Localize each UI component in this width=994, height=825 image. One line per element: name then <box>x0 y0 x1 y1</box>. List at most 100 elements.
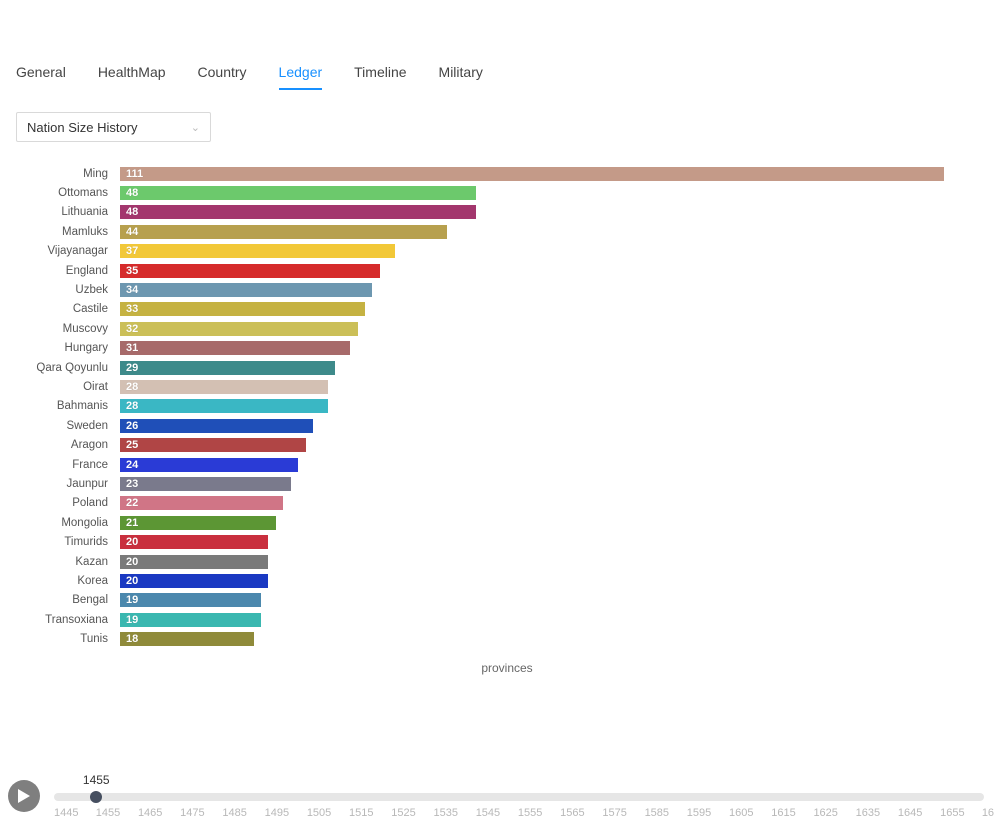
timeline-tick: 1575 <box>602 807 603 819</box>
bar[interactable]: 24 <box>120 458 298 472</box>
bar[interactable]: 48 <box>120 205 476 219</box>
bar-value: 19 <box>120 614 138 626</box>
bar-label: Qara Qoyunlu <box>0 362 114 374</box>
tab-military[interactable]: Military <box>439 64 483 90</box>
play-icon <box>18 789 30 803</box>
bar[interactable]: 37 <box>120 244 395 258</box>
timeline-tick: 1635 <box>856 807 857 819</box>
bar[interactable]: 33 <box>120 302 365 316</box>
bar-label: Korea <box>0 575 114 587</box>
bar-row: Uzbek34 <box>120 280 944 299</box>
bar-value: 28 <box>120 381 138 393</box>
bar[interactable]: 23 <box>120 477 291 491</box>
bar-value: 20 <box>120 536 138 548</box>
bar-row: Hungary31 <box>120 339 944 358</box>
bar[interactable]: 28 <box>120 380 328 394</box>
bar[interactable]: 31 <box>120 341 350 355</box>
bar-label: Ming <box>0 168 114 180</box>
tab-timeline[interactable]: Timeline <box>354 64 406 90</box>
tab-country[interactable]: Country <box>198 64 247 90</box>
bar-label: Kazan <box>0 556 114 568</box>
bar[interactable]: 20 <box>120 535 268 549</box>
timeline-track[interactable] <box>54 793 984 801</box>
timeline-ticks: 1445145514651475148514951505151515251535… <box>54 807 984 819</box>
bar-label: Uzbek <box>0 284 114 296</box>
bar[interactable]: 28 <box>120 399 328 413</box>
timeline-tick: 1485 <box>222 807 223 819</box>
bar-value: 37 <box>120 245 138 257</box>
bar-chart: Ming111Ottomans48Lithuania48Mamluks44Vij… <box>0 164 994 675</box>
bar-value: 32 <box>120 323 138 335</box>
bar-value: 44 <box>120 226 138 238</box>
bar-value: 19 <box>120 594 138 606</box>
bar-value: 29 <box>120 362 138 374</box>
bar-label: Transoxiana <box>0 614 114 626</box>
bar[interactable]: 32 <box>120 322 358 336</box>
bar-row: Ottomans48 <box>120 183 944 202</box>
bar-label: Ottomans <box>0 187 114 199</box>
bar-label: England <box>0 265 114 277</box>
bar-value: 22 <box>120 497 138 509</box>
bar-row: Ming111 <box>120 164 944 183</box>
bar[interactable]: 26 <box>120 419 313 433</box>
bar-value: 28 <box>120 400 138 412</box>
chart-type-select[interactable]: Nation Size History ⌄ <box>16 112 211 142</box>
select-value: Nation Size History <box>27 120 138 135</box>
timeline-tick: 1445 <box>54 807 55 819</box>
bar-row: Bahmanis28 <box>120 397 944 416</box>
timeline-tick: 1645 <box>898 807 899 819</box>
bar-label: Sweden <box>0 420 114 432</box>
bar-value: 31 <box>120 342 138 354</box>
bar-value: 25 <box>120 439 138 451</box>
bar-label: France <box>0 459 114 471</box>
bar-row: Aragon25 <box>120 435 944 454</box>
bar-row: Vijayanagar37 <box>120 242 944 261</box>
timeline-tick: 1615 <box>771 807 772 819</box>
timeline-tick: 1465 <box>138 807 139 819</box>
bar[interactable]: 34 <box>120 283 372 297</box>
bar-value: 111 <box>120 168 143 180</box>
timeline-tick: 1605 <box>729 807 730 819</box>
play-button[interactable] <box>8 780 40 812</box>
bar[interactable]: 29 <box>120 361 335 375</box>
bar-value: 35 <box>120 265 138 277</box>
bar-row: Lithuania48 <box>120 203 944 222</box>
bar-label: Bengal <box>0 594 114 606</box>
bar-value: 21 <box>120 517 138 529</box>
bar-value: 48 <box>120 187 138 199</box>
bar[interactable]: 19 <box>120 593 261 607</box>
timeline-tick: 1655 <box>940 807 941 819</box>
timeline-tick: 1515 <box>349 807 350 819</box>
bar-label: Tunis <box>0 633 114 645</box>
timeline-tick: 1555 <box>518 807 519 819</box>
timeline-tick: 1525 <box>391 807 392 819</box>
tab-healthmap[interactable]: HealthMap <box>98 64 166 90</box>
bar-row: Qara Qoyunlu29 <box>120 358 944 377</box>
tab-general[interactable]: General <box>16 64 66 90</box>
bar-label: Jaunpur <box>0 478 114 490</box>
bar[interactable]: 20 <box>120 555 268 569</box>
timeline-tick: 1505 <box>307 807 308 819</box>
bar-row: Transoxiana19 <box>120 610 944 629</box>
bar-row: England35 <box>120 261 944 280</box>
timeline-tick: 1475 <box>180 807 181 819</box>
bar-label: Vijayanagar <box>0 245 114 257</box>
timeline-tick: 1665 <box>982 807 983 819</box>
bar[interactable]: 48 <box>120 186 476 200</box>
bar[interactable]: 20 <box>120 574 268 588</box>
bar[interactable]: 18 <box>120 632 254 646</box>
timeline-tick: 1545 <box>476 807 477 819</box>
timeline-tick: 1495 <box>265 807 266 819</box>
bar-row: France24 <box>120 455 944 474</box>
bar[interactable]: 22 <box>120 496 283 510</box>
tab-ledger[interactable]: Ledger <box>279 64 323 90</box>
bar[interactable]: 21 <box>120 516 276 530</box>
bar-row: Poland22 <box>120 494 944 513</box>
bar[interactable]: 25 <box>120 438 306 452</box>
bar[interactable]: 35 <box>120 264 380 278</box>
timeline-thumb[interactable] <box>90 791 102 803</box>
bar[interactable]: 111 <box>120 167 944 181</box>
bar[interactable]: 19 <box>120 613 261 627</box>
bar-label: Mongolia <box>0 517 114 529</box>
bar[interactable]: 44 <box>120 225 447 239</box>
